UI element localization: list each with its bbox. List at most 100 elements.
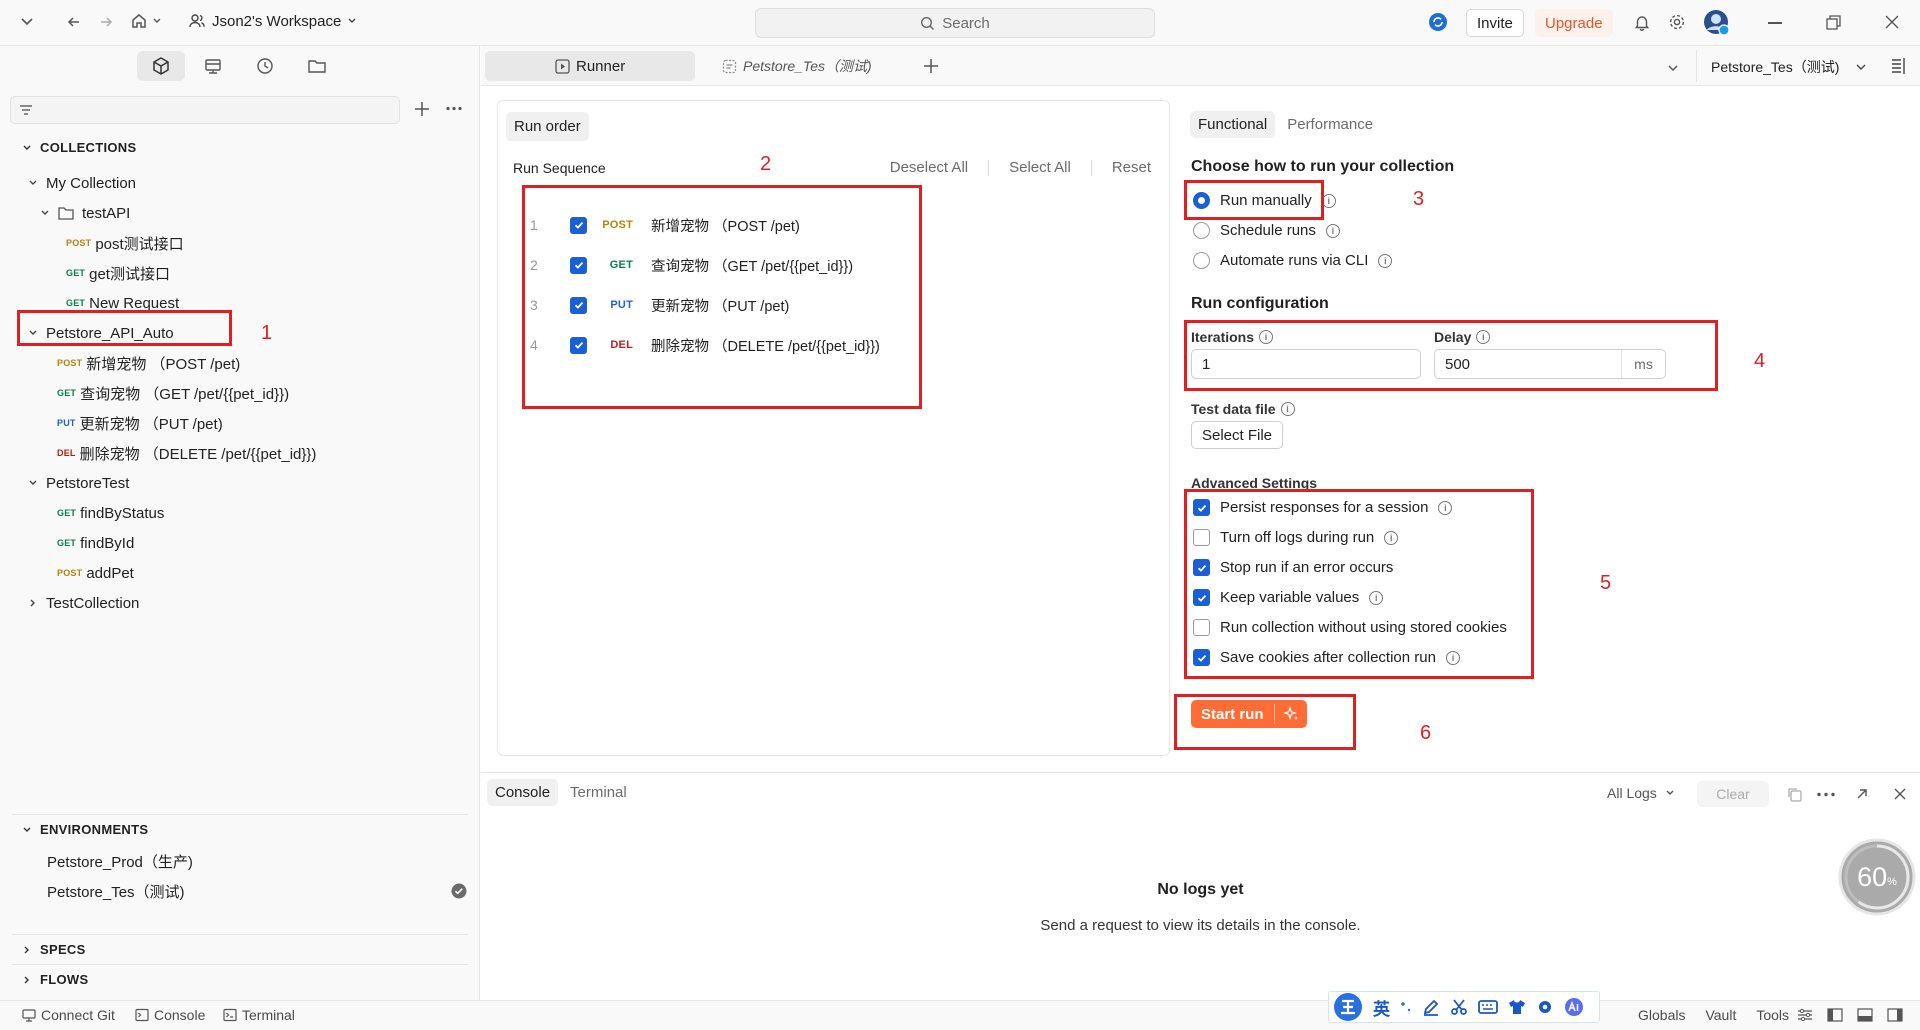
avatar[interactable]: [1702, 8, 1730, 36]
sync-status-icon[interactable]: [1428, 12, 1448, 32]
sidebar: COLLECTIONS My Collection testAPI POST post…: [0, 46, 480, 1000]
collections-icon[interactable]: [137, 51, 185, 81]
chevron-down-icon: [28, 478, 38, 488]
top-bar: Json2's Workspace Search Invite Upgrade: [0, 0, 1920, 46]
progress-gauge[interactable]: 60 %: [1837, 837, 1917, 917]
gauge-unit: %: [1887, 876, 1897, 888]
sidebar-request-item[interactable]: GET 查询宠物 （GET /pet/{{pet_id}}): [57, 378, 289, 408]
bell-icon[interactable]: [1633, 13, 1651, 31]
sliders-icon[interactable]: [1797, 1008, 1813, 1022]
forward-arrow-icon[interactable]: [98, 14, 114, 30]
tree-item-label: findByStatus: [80, 504, 165, 522]
annotation-label-4: 4: [1754, 350, 1766, 372]
radio-button[interactable]: [1193, 252, 1210, 269]
tab-functional[interactable]: Functional: [1190, 111, 1276, 138]
home-button[interactable]: [130, 12, 162, 30]
environment-item[interactable]: Petstore_Tes（测试): [47, 876, 467, 906]
environment-item[interactable]: Petstore_Prod（生产): [47, 846, 467, 876]
folder-icon[interactable]: [293, 51, 341, 81]
console-button[interactable]: Console: [135, 1007, 205, 1023]
more-options-icon[interactable]: [446, 106, 462, 111]
tab-performance[interactable]: Performance: [1283, 111, 1377, 138]
run-mode-option[interactable]: Automate runs via CLI i: [1193, 252, 1393, 269]
radio-button[interactable]: [1193, 222, 1210, 239]
invite-button[interactable]: Invite: [1466, 9, 1524, 37]
sidebar-request-item[interactable]: POST 新增宠物 （POST /pet): [57, 348, 240, 378]
minimize-icon[interactable]: [1768, 22, 1782, 24]
history-icon[interactable]: [241, 51, 289, 81]
reset-button[interactable]: Reset: [1112, 159, 1151, 176]
status-bar-right: Globals Vault Tools: [1638, 1007, 1789, 1023]
environment-label: Petstore_Tes（测试): [47, 883, 185, 901]
environments-icon[interactable]: [189, 51, 237, 81]
divider: [988, 159, 990, 176]
workspace-switcher[interactable]: Json2's Workspace: [188, 12, 357, 30]
tab-runner[interactable]: Runner: [485, 51, 695, 81]
run-mode-label: Automate runs via CLI: [1220, 252, 1369, 269]
annotation-box-2: [522, 185, 922, 409]
run-sequence-actions: Deselect All Select All Reset: [890, 159, 1151, 176]
sidebar-request-item[interactable]: GET findByStatus: [57, 498, 164, 528]
run-mode-option[interactable]: Schedule runs i: [1193, 222, 1340, 239]
info-icon: i: [1280, 402, 1295, 416]
divider: [1090, 159, 1092, 176]
right-panel-toggle-icon[interactable]: [1891, 57, 1907, 75]
tab-terminal[interactable]: Terminal: [564, 779, 633, 806]
git-icon: [22, 1009, 36, 1022]
copy-icon[interactable]: [1787, 787, 1802, 802]
specs-section-header[interactable]: SPECS: [22, 942, 86, 957]
vault-button[interactable]: Vault: [1705, 1007, 1736, 1023]
environments-section-header[interactable]: ENVIRONMENTS: [22, 822, 148, 837]
bottom-pane-icon[interactable]: [1857, 1008, 1873, 1022]
connect-git-button[interactable]: Connect Git: [22, 1007, 115, 1023]
upgrade-button[interactable]: Upgrade: [1535, 9, 1613, 37]
sidebar-request-item[interactable]: GET findById: [57, 528, 134, 558]
tabs-overflow-chevron-icon[interactable]: [1667, 62, 1679, 74]
new-tab-icon[interactable]: [923, 58, 939, 74]
sidebar-folder-item[interactable]: testAPI: [40, 198, 130, 228]
tab-environment[interactable]: Petstore_Tes（测试): [712, 51, 882, 81]
flows-header-label: FLOWS: [40, 972, 89, 987]
ime-toolbar[interactable]: 英: [1328, 991, 1600, 1023]
back-arrow-icon[interactable]: [66, 14, 82, 30]
sidebar-request-item[interactable]: PUT 更新宠物 （PUT /pet): [57, 408, 223, 438]
annotation-label-3: 3: [1413, 188, 1425, 210]
gear-icon[interactable]: [1668, 13, 1686, 31]
sidebar-filter-input[interactable]: [10, 96, 400, 124]
sidebar-request-item[interactable]: GET get测试接口: [66, 258, 170, 288]
select-file-button[interactable]: Select File: [1191, 421, 1284, 449]
terminal-button[interactable]: Terminal: [223, 1007, 295, 1023]
method-badge: PUT: [57, 418, 76, 428]
tab-console[interactable]: Console: [487, 779, 559, 806]
close-icon[interactable]: [1884, 14, 1900, 30]
flows-section-header[interactable]: FLOWS: [22, 972, 88, 987]
select-all-button[interactable]: Select All: [1009, 159, 1071, 176]
tree-item-label: 删除宠物 （DELETE /pet/{{pet_id}}): [79, 445, 317, 463]
close-icon[interactable]: [1893, 787, 1907, 801]
sidebar-view-switcher: [137, 51, 341, 81]
menu-chevron-icon[interactable]: [20, 14, 34, 28]
add-collection-icon[interactable]: [414, 101, 430, 117]
restore-icon[interactable]: [1826, 15, 1841, 30]
console-tabs: Console Terminal: [487, 779, 633, 806]
ime-punctuation-icon: [1401, 1002, 1411, 1012]
more-options-icon[interactable]: [1817, 792, 1835, 797]
sidebar-request-item[interactable]: POST post测试接口: [66, 228, 184, 258]
right-pane-icon[interactable]: [1887, 1008, 1903, 1022]
deselect-all-button[interactable]: Deselect All: [890, 159, 968, 176]
left-pane-icon[interactable]: [1827, 1008, 1843, 1022]
search-input[interactable]: Search: [755, 8, 1155, 38]
expand-icon[interactable]: [1855, 787, 1869, 801]
sidebar-collection-item[interactable]: TestCollection: [28, 588, 139, 618]
globals-button[interactable]: Globals: [1638, 1007, 1685, 1023]
tools-button[interactable]: Tools: [1756, 1007, 1789, 1023]
collections-section-header[interactable]: COLLECTIONS: [22, 140, 136, 155]
sidebar-collection-item[interactable]: My Collection: [28, 168, 136, 198]
all-logs-dropdown[interactable]: All Logs: [1607, 785, 1675, 801]
sidebar-request-item[interactable]: DEL 删除宠物 （DELETE /pet/{{pet_id}}): [57, 438, 316, 468]
clear-button[interactable]: Clear: [1697, 781, 1769, 807]
sidebar-request-item[interactable]: POST addPet: [57, 558, 134, 588]
sidebar-collection-item[interactable]: PetstoreTest: [28, 468, 129, 498]
chevron-down-icon: [28, 178, 38, 188]
environment-selector[interactable]: Petstore_Tes（测试): [1711, 53, 1867, 81]
